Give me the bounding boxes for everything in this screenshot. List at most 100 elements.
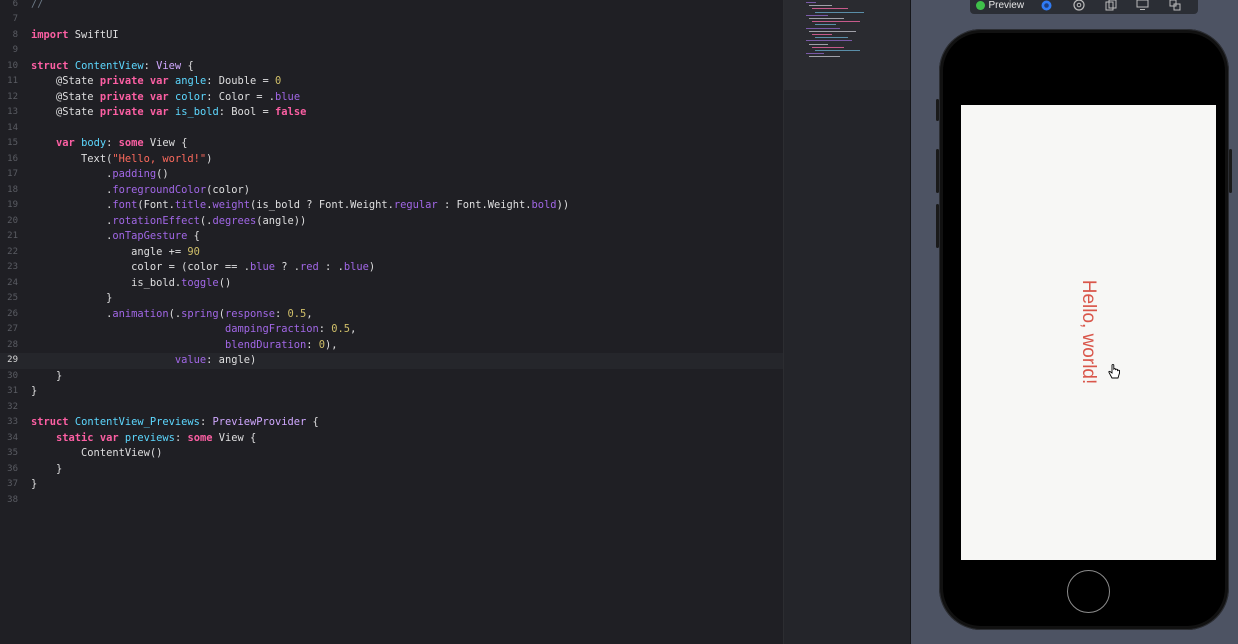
code-token: spring: [181, 307, 219, 320]
code-line[interactable]: 31}: [0, 384, 783, 400]
code-token: :: [306, 338, 319, 351]
code-line[interactable]: 17 .padding(): [0, 167, 783, 183]
code-text[interactable]: @State private var color: Color = .blue: [31, 90, 300, 106]
code-text[interactable]: import SwiftUI: [31, 28, 119, 44]
code-line[interactable]: 6 //: [0, 0, 783, 12]
code-line[interactable]: 34 static var previews: some View {: [0, 431, 783, 447]
code-token: : Bool =: [218, 106, 276, 118]
home-button[interactable]: [1067, 570, 1110, 613]
code-line[interactable]: 27 dampingFraction: 0.5,: [0, 322, 783, 338]
code-text[interactable]: Text("Hello, world!"): [31, 152, 212, 168]
code-line[interactable]: 20 .rotationEffect(.degrees(angle)): [0, 214, 783, 230]
code-text[interactable]: }: [31, 291, 112, 307]
code-token: View {: [212, 431, 257, 444]
code-line[interactable]: 36 }: [0, 462, 783, 478]
code-line[interactable]: 29 value: angle): [0, 353, 783, 369]
code-token: struct: [31, 59, 69, 72]
code-token: weight: [212, 199, 250, 211]
inspect-icon[interactable]: [1070, 0, 1087, 12]
code-line[interactable]: 22 angle += 90: [0, 245, 783, 261]
code-token: regular: [393, 199, 438, 211]
code-line[interactable]: 7: [0, 12, 783, 28]
code-line[interactable]: 30 }: [0, 369, 783, 385]
code-line[interactable]: 26 .animation(.spring(response: 0.5,: [0, 307, 783, 323]
code-line[interactable]: 9: [0, 43, 783, 59]
minimap-line: [812, 21, 860, 23]
code-text[interactable]: angle += 90: [31, 245, 200, 261]
code-text[interactable]: @State private var is_bold: Bool = false: [31, 105, 306, 121]
code-line[interactable]: 16 Text("Hello, world!"): [0, 152, 783, 168]
code-text[interactable]: .animation(.spring(response: 0.5,: [31, 307, 313, 323]
code-text[interactable]: .rotationEffect(.degrees(angle)): [31, 214, 306, 230]
code-text[interactable]: blendDuration: 0),: [31, 338, 338, 354]
minimap[interactable]: [783, 0, 911, 644]
code-line[interactable]: 18 .foregroundColor(color): [0, 183, 783, 199]
line-number: 37: [7, 479, 18, 489]
code-token: private: [99, 90, 144, 103]
minimap-visible-region[interactable]: [784, 0, 911, 90]
code-token: : Double =: [206, 75, 276, 87]
code-text[interactable]: //: [31, 0, 44, 12]
minimap-line: [806, 27, 840, 29]
code-line[interactable]: 10 struct ContentView: View {: [0, 59, 783, 75]
code-text[interactable]: static var previews: some View {: [31, 431, 256, 447]
device-screen[interactable]: Hello, world!: [961, 105, 1216, 560]
code-line[interactable]: 32: [0, 400, 783, 416]
code-line[interactable]: 25 }: [0, 291, 783, 307]
code-line[interactable]: 35 ContentView(): [0, 446, 783, 462]
code-token: .: [31, 230, 113, 242]
code-text[interactable]: color = (color == .blue ? .red : .blue): [31, 260, 375, 276]
code-text[interactable]: struct ContentView_Previews: PreviewProv…: [31, 415, 319, 431]
code-line[interactable]: 8 import SwiftUI: [0, 28, 783, 44]
live-preview-icon[interactable]: [1038, 0, 1055, 12]
code-text[interactable]: }: [31, 384, 37, 400]
code-text[interactable]: }: [31, 462, 62, 478]
code-line[interactable]: 38: [0, 493, 783, 509]
code-line[interactable]: 21 .onTapGesture {: [0, 229, 783, 245]
code-line[interactable]: 33 struct ContentView_Previews: PreviewPr…: [0, 415, 783, 431]
code-line[interactable]: 23 color = (color == .blue ? .red : .blu…: [0, 260, 783, 276]
code-text[interactable]: ContentView(): [31, 446, 162, 462]
code-token: //: [31, 0, 44, 10]
line-number: 38: [7, 494, 18, 505]
code-text[interactable]: @State private var angle: Double = 0: [31, 74, 281, 90]
code-text[interactable]: .padding(): [31, 167, 169, 183]
code-line[interactable]: 19 .font(Font.title.weight(is_bold ? Fon…: [0, 198, 783, 214]
code-token: ,: [306, 307, 313, 320]
device-icon[interactable]: [1134, 0, 1151, 12]
code-text[interactable]: }: [31, 477, 37, 493]
code-line[interactable]: 28 blendDuration: 0),: [0, 338, 783, 354]
duplicate-icon[interactable]: [1102, 0, 1119, 12]
code-token: :: [143, 59, 157, 72]
hello-world-text[interactable]: Hello, world!: [1077, 280, 1099, 385]
code-line[interactable]: 11 @State private var angle: Double = 0: [0, 74, 783, 90]
code-text[interactable]: dampingFraction: 0.5,: [31, 322, 356, 338]
line-number: 6: [12, 0, 18, 9]
code-token: Text(: [31, 152, 113, 165]
code-text[interactable]: value: angle): [31, 353, 256, 369]
volume-up-button: [936, 149, 939, 193]
code-token: PreviewProvider: [212, 416, 307, 428]
variants-icon[interactable]: [1166, 0, 1183, 12]
line-number: 33: [7, 417, 18, 427]
code-line[interactable]: 24 is_bold.toggle(): [0, 276, 783, 292]
code-text[interactable]: var body: some View {: [31, 136, 187, 152]
code-token: response: [224, 307, 276, 320]
code-line[interactable]: 37}: [0, 477, 783, 493]
code-line[interactable]: 14: [0, 121, 783, 137]
code-editor[interactable]: 6 // 7 8 import SwiftUI 9 10 struct ContentView…: [0, 0, 783, 644]
code-token: 0.5: [287, 307, 307, 320]
code-text[interactable]: }: [31, 369, 62, 385]
code-line[interactable]: 12 @State private var color: Color = .bl…: [0, 90, 783, 106]
code-text[interactable]: struct ContentView: View {: [31, 59, 194, 75]
line-number: 7: [12, 14, 18, 24]
code-text[interactable]: .font(Font.title.weight(is_bold ? Font.W…: [31, 198, 569, 214]
code-line[interactable]: 15 var body: some View {: [0, 136, 783, 152]
code-text[interactable]: .foregroundColor(color): [31, 183, 250, 199]
code-line[interactable]: 13 @State private var is_bold: Bool = fa…: [0, 105, 783, 121]
code-text[interactable]: is_bold.toggle(): [31, 276, 231, 292]
code-token: View: [156, 59, 182, 72]
code-text[interactable]: .onTapGesture {: [31, 229, 200, 245]
code-token: private: [99, 106, 144, 118]
line-number: 21: [7, 231, 18, 241]
